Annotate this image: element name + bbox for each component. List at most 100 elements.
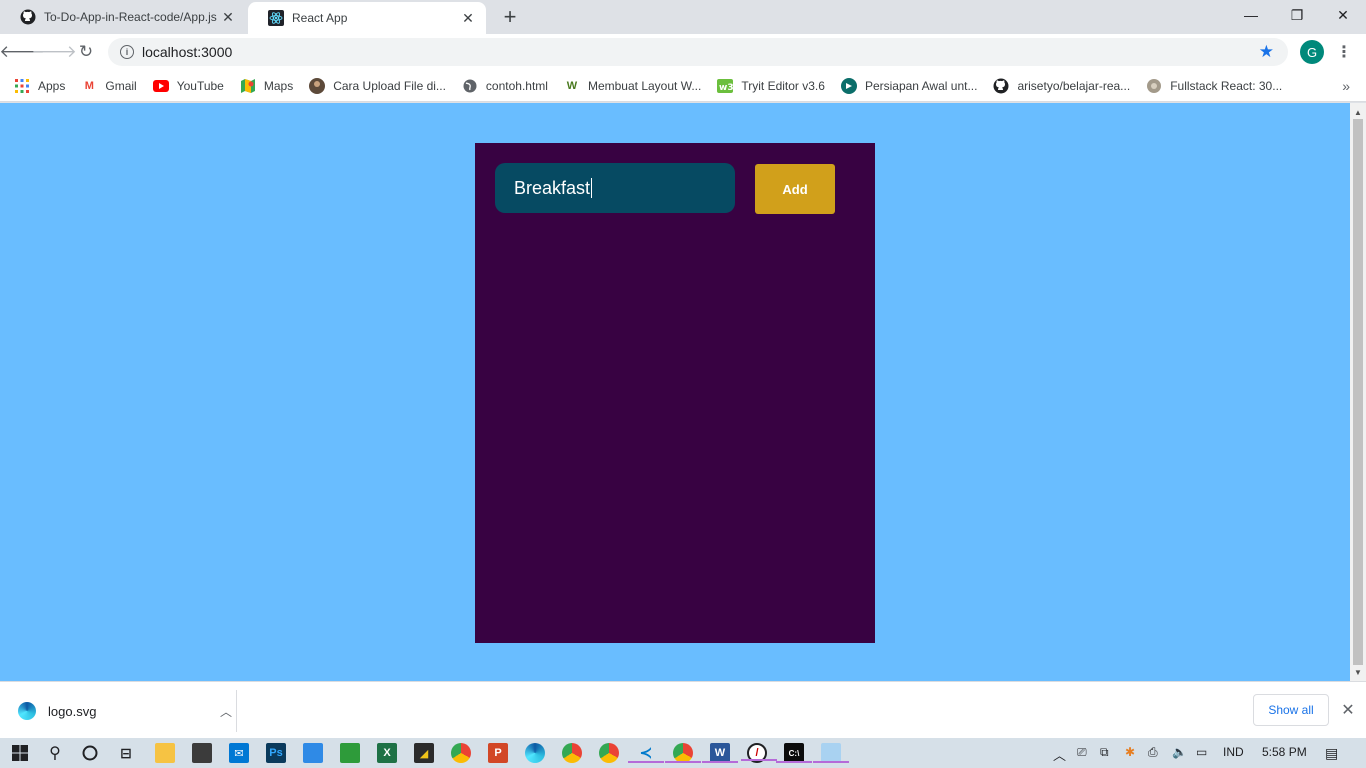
active-indicator <box>628 761 664 763</box>
bookmark-label: contoh.html <box>485 78 548 93</box>
address-bar[interactable]: i localhost:3000 ★ <box>108 38 1288 66</box>
star-bookmark-icon[interactable]: ★ <box>1259 42 1274 62</box>
bookmark-label: arisetyo/belajar-rea... <box>1017 78 1131 93</box>
excel-icon[interactable]: X <box>377 743 397 763</box>
task-view-icon[interactable]: ⊟ <box>116 743 136 763</box>
edge-logo-icon <box>18 702 36 720</box>
bookmark-gmail[interactable]: M Gmail <box>81 78 137 94</box>
browser-toolbar: 🡐 🡒 ↻ i localhost:3000 ★ G ⋮ <box>0 34 1366 70</box>
windows-start-icon[interactable] <box>10 743 30 763</box>
terminal-icon[interactable]: C:\ <box>776 743 812 763</box>
site-icon <box>840 77 857 94</box>
bookmark-youtube[interactable]: YouTube <box>152 78 224 94</box>
new-tab-button[interactable]: + <box>498 4 522 29</box>
speedometer-icon[interactable]: / <box>741 743 777 763</box>
cortana-icon[interactable] <box>80 743 100 763</box>
bookmarks-bar: Apps M Gmail YouTube Maps Cara Upload Fi… <box>0 70 1366 102</box>
edge-icon[interactable] <box>525 743 545 763</box>
react-icon <box>268 10 284 26</box>
bookmark-arisetyo[interactable]: arisetyo/belajar-rea... <box>993 78 1130 94</box>
bookmark-membuat-layout[interactable]: W Membuat Layout W... <box>564 78 702 94</box>
chrome-active-icon[interactable] <box>665 743 701 763</box>
network-icon[interactable]: ⎙ <box>1148 745 1158 760</box>
bookmark-label: Maps <box>263 78 294 93</box>
close-icon[interactable]: ✕ <box>220 9 236 25</box>
tab-github-app-js[interactable]: To-Do-App-in-React-code/App.js ✕ <box>0 0 246 34</box>
close-icon[interactable]: ✕ <box>1339 700 1357 720</box>
window-close-icon[interactable]: ✕ <box>1320 0 1366 30</box>
bookmark-contoh-html[interactable]: contoh.html <box>462 78 548 94</box>
bookmark-apps[interactable]: Apps <box>14 78 65 94</box>
gmail-icon: M <box>84 79 94 92</box>
forward-arrow-icon[interactable]: 🡒 <box>31 38 77 66</box>
maps-icon <box>240 78 256 94</box>
vscode-icon[interactable]: ≺ <box>628 743 664 763</box>
chevron-up-icon[interactable]: ︿ <box>1053 745 1066 764</box>
bookmark-maps[interactable]: Maps <box>240 78 293 94</box>
url-text: localhost:3000 <box>142 44 233 60</box>
scrollbar-thumb[interactable] <box>1353 119 1363 665</box>
download-file-name: logo.svg <box>48 703 97 719</box>
chrome-alt-icon[interactable] <box>599 743 619 763</box>
download-item[interactable]: logo.svg ︿ <box>18 698 236 724</box>
sticky-notes-icon[interactable]: ◢ <box>414 743 434 763</box>
w-logo-icon: W <box>566 79 578 92</box>
calendar-icon[interactable] <box>303 743 323 763</box>
battery-icon[interactable]: ▭ <box>1196 745 1207 759</box>
bookmark-label: Membuat Layout W... <box>587 78 702 93</box>
reload-icon[interactable]: ↻ <box>72 38 100 66</box>
tab-react-app[interactable]: React App ✕ <box>248 2 486 34</box>
scroll-up-icon[interactable]: ▲ <box>1350 105 1366 119</box>
fullstack-icon <box>1146 78 1162 94</box>
active-indicator <box>741 759 777 761</box>
chevron-double-right-icon[interactable]: » <box>1342 78 1350 94</box>
bookmark-cara-upload[interactable]: Cara Upload File di... <box>309 77 446 94</box>
network-share-icon[interactable]: ⧉ <box>1100 745 1109 760</box>
todo-input-value: Breakfast <box>514 177 591 198</box>
close-icon[interactable]: ✕ <box>460 10 476 26</box>
show-all-button[interactable]: Show all <box>1253 694 1329 726</box>
minimize-icon[interactable]: — <box>1228 0 1274 30</box>
bookmark-persiapan-awal[interactable]: Persiapan Awal unt... <box>840 77 977 94</box>
clock[interactable]: 5:58 PM <box>1262 745 1307 759</box>
text-caret <box>591 178 593 198</box>
bookmark-label: Cara Upload File di... <box>333 78 446 93</box>
game-icon[interactable] <box>340 743 360 763</box>
divider <box>236 690 237 732</box>
info-icon[interactable]: i <box>120 45 134 59</box>
volume-icon[interactable]: 🔈 <box>1172 745 1187 759</box>
powerpoint-icon[interactable]: P <box>488 743 508 763</box>
w3schools-icon: w3 <box>717 78 734 94</box>
windows-taskbar: ⚲ ⊟ ✉ Ps X ◢ P ≺ W / C:\ ︿ ⎚ ⧉ ✱ ⎙ 🔈 ▭ I… <box>0 738 1366 768</box>
file-explorer-icon[interactable] <box>155 743 175 763</box>
active-indicator <box>813 761 849 763</box>
mail-icon[interactable]: ✉ <box>229 743 249 763</box>
language-indicator[interactable]: IND <box>1223 745 1244 759</box>
photoshop-icon[interactable]: Ps <box>266 743 286 763</box>
chevron-up-icon[interactable]: ︿ <box>216 703 236 720</box>
vpn-icon[interactable]: ✱ <box>1125 745 1135 759</box>
notepad-icon[interactable] <box>813 743 849 763</box>
vertical-scrollbar[interactable]: ▲ ▼ <box>1350 103 1366 681</box>
active-indicator <box>776 761 812 763</box>
bookmark-label: Gmail <box>105 78 137 93</box>
chrome-profile-icon[interactable] <box>562 743 582 763</box>
youtube-icon <box>152 78 169 94</box>
add-button[interactable]: Add <box>755 164 835 214</box>
github-icon <box>20 9 36 25</box>
bookmark-fullstack-react[interactable]: Fullstack React: 30... <box>1146 78 1282 94</box>
word-icon[interactable]: W <box>702 743 738 763</box>
profile-avatar[interactable]: G <box>1300 40 1324 64</box>
store-icon[interactable] <box>192 743 212 763</box>
bookmark-tryit-editor[interactable]: w3 Tryit Editor v3.6 <box>717 78 825 94</box>
todo-card: Breakfast Add <box>475 143 875 643</box>
search-icon[interactable]: ⚲ <box>45 743 65 763</box>
chrome-icon[interactable] <box>451 743 471 763</box>
todo-input[interactable]: Breakfast <box>495 163 735 213</box>
apps-grid-icon <box>14 78 30 94</box>
restore-icon[interactable]: ❐ <box>1274 0 1320 30</box>
camera-icon[interactable]: ⎚ <box>1077 745 1087 760</box>
scroll-down-icon[interactable]: ▼ <box>1350 665 1366 679</box>
notification-icon[interactable]: ▤ <box>1325 745 1338 762</box>
more-menu-icon[interactable]: ⋮ <box>1336 40 1352 64</box>
